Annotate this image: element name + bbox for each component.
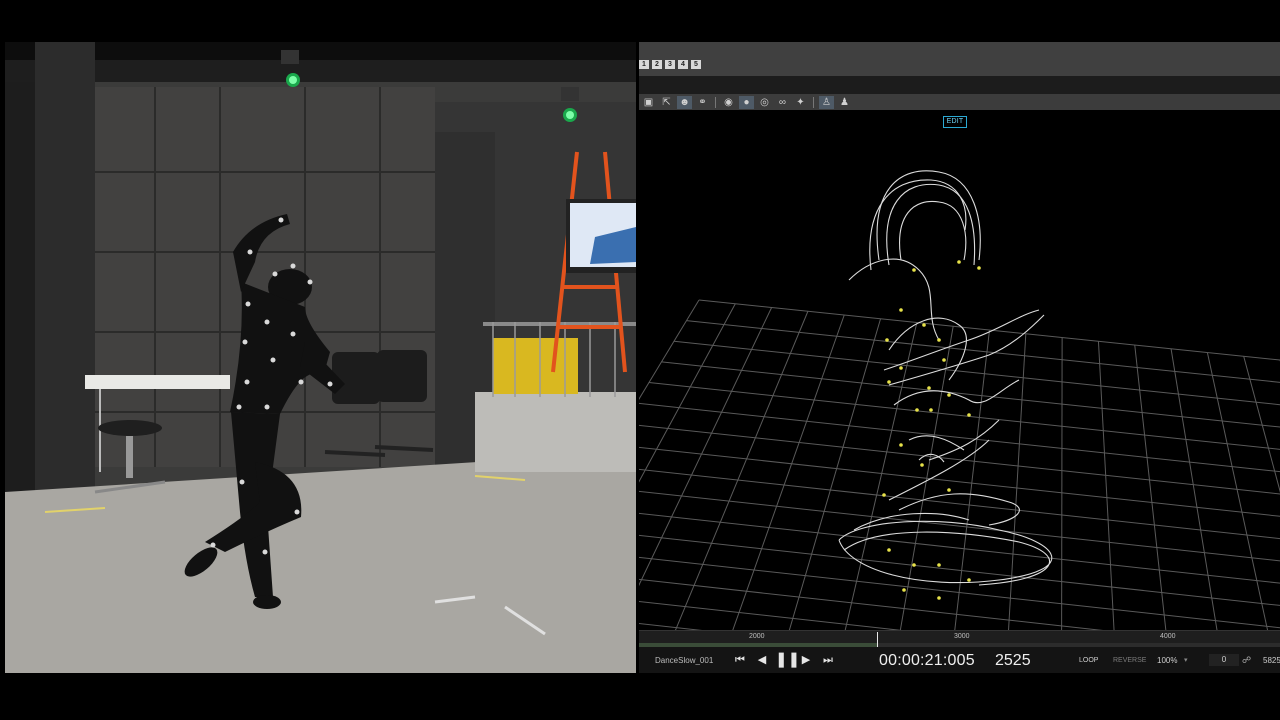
marker-dot: [899, 308, 903, 312]
motion-trail: [899, 200, 967, 261]
marker-dot: [977, 266, 981, 270]
capture-stage-photo: [5, 42, 636, 673]
export-icon[interactable]: ⇱: [659, 96, 674, 109]
end-frame-display: 5825: [1263, 656, 1280, 665]
layout-button-4[interactable]: 4: [678, 60, 688, 69]
marker-dot: [885, 338, 889, 342]
toolbar-separator: [715, 96, 716, 108]
motion-trail: [848, 258, 940, 341]
motion-trail: [838, 520, 1053, 584]
timeline-tick-label: 3000: [954, 633, 970, 640]
motion-trail: [888, 317, 967, 381]
marker-dot: [882, 493, 886, 497]
playhead[interactable]: [877, 632, 878, 648]
frame-offset-field[interactable]: 0: [1209, 654, 1239, 666]
grid-line: [639, 534, 1280, 606]
transport-bar: DanceSlow_001 ⏮ ◀ ❚❚ ▶ ⏭ 00:00:21:005 25…: [639, 647, 1280, 673]
layout-button-5[interactable]: 5: [691, 60, 701, 69]
motion-trail: [888, 439, 990, 501]
current-frame-display: 2525: [995, 652, 1031, 669]
marker-dot: [912, 268, 916, 272]
marker-dot: [912, 563, 916, 567]
marker-dot: [957, 260, 961, 264]
marker-link-icon[interactable]: ∞: [775, 96, 790, 109]
skip-to-start-icon[interactable]: ⏮: [731, 653, 749, 667]
marker-icon[interactable]: ●: [739, 95, 754, 109]
eye-icon[interactable]: ◉: [721, 96, 736, 109]
marker-dot: [902, 588, 906, 592]
panel-divider: [639, 76, 1280, 94]
layout-button-2[interactable]: 2: [652, 60, 662, 69]
grid-line: [788, 318, 882, 630]
grid-line: [674, 311, 809, 630]
marker-dot: [967, 413, 971, 417]
timecode-display: 00:00:21:005: [879, 652, 975, 669]
figure-icon[interactable]: ♟: [837, 96, 852, 109]
marker-dot: [929, 408, 933, 412]
marker-dot: [937, 563, 941, 567]
toolbar-separator: [813, 96, 814, 108]
playback-speed[interactable]: 100%: [1157, 656, 1177, 665]
layout-toolbar: 1 2 3 4 5: [639, 42, 1280, 76]
mocap-app-window: 1 2 3 4 5 ▣ ⇱ ☻ ⚭ ◉ ● ◎ ∞ ✦ ♙ ♟ EDIT 200…: [639, 42, 1280, 673]
grid-line: [732, 314, 845, 630]
motion-trail: [869, 179, 967, 271]
marker-dot: [922, 323, 926, 327]
grid-line: [1170, 348, 1218, 630]
skip-to-end-icon[interactable]: ⏭: [819, 653, 837, 667]
marker-dot: [899, 443, 903, 447]
marker-solve-icon[interactable]: ✦: [793, 96, 808, 109]
grid-line: [1008, 333, 1027, 630]
marker-label-icon[interactable]: ◎: [757, 96, 772, 109]
camera-icon[interactable]: ▣: [641, 96, 656, 109]
step-back-icon[interactable]: ◀: [755, 653, 769, 667]
speed-dropdown-icon[interactable]: ▾: [1184, 656, 1188, 664]
video-feed: [5, 42, 636, 673]
marker-dot: [887, 548, 891, 552]
marker-dot: [887, 380, 891, 384]
marker-dot: [927, 386, 931, 390]
take-name: DanceSlow_001: [655, 656, 714, 665]
grid-line: [639, 446, 1280, 517]
binoculars-icon[interactable]: ☍: [1242, 655, 1251, 666]
grid-line: [1134, 344, 1167, 630]
marker-dot: [942, 358, 946, 362]
marker-dot: [937, 596, 941, 600]
skeleton-icon[interactable]: ♙: [819, 95, 834, 109]
grid-line: [639, 512, 1280, 584]
floor-grid: [639, 299, 1280, 630]
actor-icon[interactable]: ☻: [677, 95, 692, 109]
timeline[interactable]: 2000 3000 4000: [639, 630, 1280, 648]
grid-line: [639, 490, 1280, 562]
grid-line: [1206, 352, 1269, 630]
lasso-icon[interactable]: ⚭: [695, 96, 710, 109]
marker-dot: [915, 408, 919, 412]
layout-button-3[interactable]: 3: [665, 60, 675, 69]
grid-line: [1061, 337, 1063, 630]
marker-dot: [967, 578, 971, 582]
timeline-tick-label: 2000: [749, 633, 765, 640]
marker-dot: [937, 338, 941, 342]
marker-dot: [899, 366, 903, 370]
pause-icon[interactable]: ❚❚: [775, 652, 800, 667]
marker-dot: [947, 488, 951, 492]
timeline-tick-label: 4000: [1160, 633, 1176, 640]
3d-viewport[interactable]: [639, 110, 1280, 630]
grid-line: [639, 578, 1104, 630]
marker-dot: [947, 393, 951, 397]
viewport-toolbar: ▣ ⇱ ☻ ⚭ ◉ ● ◎ ∞ ✦ ♙ ♟: [639, 94, 1280, 110]
motion-trail: [898, 493, 1020, 526]
loop-toggle[interactable]: LOOP: [1079, 657, 1098, 664]
step-forward-icon[interactable]: ▶: [799, 653, 813, 667]
marker-dot: [920, 463, 924, 467]
layout-button-1[interactable]: 1: [639, 60, 649, 69]
reverse-toggle[interactable]: REVERSE: [1113, 657, 1146, 664]
motion-trail: [908, 435, 965, 451]
